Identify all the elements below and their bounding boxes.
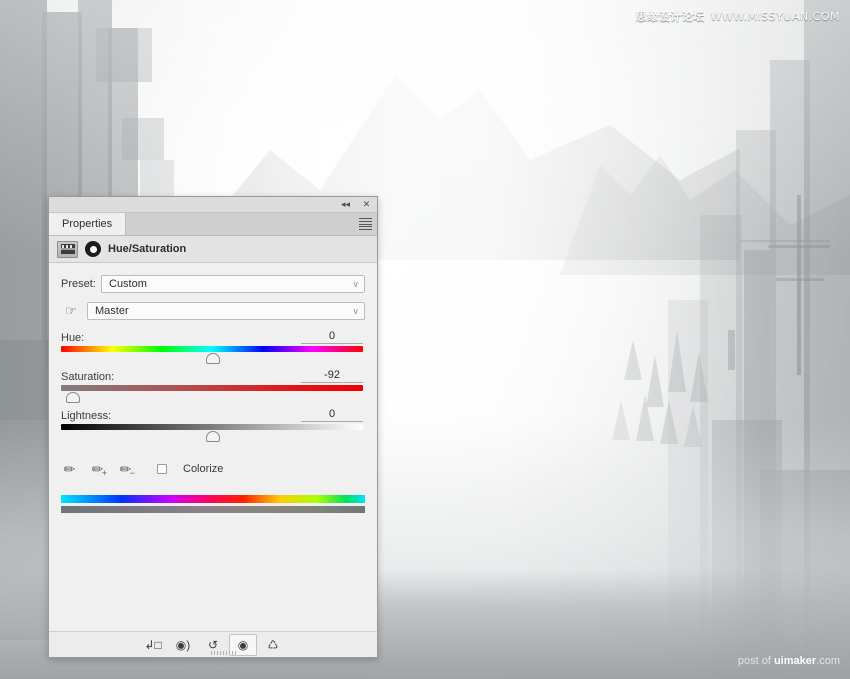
bridge-span — [740, 240, 830, 242]
watermark-bottom: post of uimaker.com — [738, 655, 840, 667]
preset-value: Custom — [109, 278, 147, 290]
slider-saturation-value[interactable]: -92 — [301, 369, 363, 383]
antenna-tower — [797, 195, 801, 375]
preset-row: Preset: Custom ∨ — [61, 275, 365, 293]
watermark-bottom-suffix: .com — [816, 655, 840, 667]
panel-titlebar[interactable]: ◂◂ ✕ — [49, 197, 377, 213]
preset-label: Preset: — [61, 278, 96, 290]
channel-row: ☞ Master ∨ — [61, 302, 365, 320]
eyedropper-add-icon[interactable]: ✏ + — [89, 461, 107, 478]
adjustment-header: Hue/Saturation — [49, 236, 377, 263]
eyedropper-sub-icon[interactable]: ✏ − — [117, 461, 135, 478]
pine-tree — [690, 352, 708, 402]
clip-to-layer-button[interactable]: ↲□ — [139, 634, 167, 656]
building — [122, 118, 164, 160]
slider-lightness: Lightness: 0 — [61, 407, 365, 442]
tab-properties-label: Properties — [62, 218, 113, 230]
panel-body: Preset: Custom ∨ ☞ Master ∨ Hue: 0 Satur… — [49, 263, 377, 513]
delete-button[interactable]: ♺ — [259, 634, 287, 656]
colorize-checkbox[interactable] — [157, 464, 167, 474]
panel-tab-row[interactable]: Properties — [49, 213, 377, 236]
hue-spectrum-bar-input[interactable] — [61, 495, 365, 503]
slider-lightness-label: Lightness: — [61, 410, 112, 422]
on-image-adjustment-hand-icon[interactable]: ☞ — [61, 302, 81, 320]
watermark-bottom-prefix: post of — [737, 655, 774, 667]
slider-saturation-knob[interactable] — [66, 392, 81, 403]
pine-tree — [668, 330, 686, 392]
pine-tree — [624, 340, 642, 380]
chevron-down-icon: ∨ — [352, 305, 359, 316]
slider-saturation-track[interactable] — [61, 385, 365, 403]
properties-panel[interactable]: ◂◂ ✕ Properties Hue/Saturation Preset: C… — [48, 196, 378, 658]
layer-mask-icon[interactable] — [85, 241, 101, 257]
channel-value: Master — [95, 305, 129, 317]
view-previous-state-button[interactable]: ◉) — [169, 634, 197, 656]
colorize-label: Colorize — [183, 463, 224, 475]
slider-saturation-bar — [61, 385, 363, 391]
hue-saturation-adjustment-icon[interactable] — [57, 240, 78, 258]
pine-tree — [636, 395, 654, 441]
hue-spectrum-bar-output[interactable] — [61, 506, 365, 513]
building-spire — [728, 330, 735, 370]
slider-hue-value[interactable]: 0 — [301, 330, 363, 344]
preset-dropdown[interactable]: Custom ∨ — [101, 275, 365, 293]
antenna-crossbeam — [776, 278, 824, 281]
slider-lightness-knob[interactable] — [206, 431, 220, 442]
antenna-crossbeam — [768, 245, 830, 248]
channel-dropdown[interactable]: Master ∨ — [87, 302, 365, 320]
eyedropper-add-modifier: + — [101, 467, 107, 478]
pine-tree — [612, 400, 630, 440]
eyedropper-row: ✏ ✏ + ✏ − Colorize — [61, 459, 365, 479]
eyedropper-icon[interactable]: ✏ — [61, 461, 78, 478]
slider-lightness-value[interactable]: 0 — [301, 408, 363, 422]
resize-grip[interactable] — [211, 651, 237, 655]
close-icon[interactable]: ✕ — [360, 198, 373, 211]
panel-footer: ↲□ ◉) ↺ ◉ ♺ — [49, 631, 377, 657]
slider-hue-label: Hue: — [61, 332, 85, 344]
slider-saturation: Saturation: -92 — [61, 368, 365, 403]
slider-hue-knob[interactable] — [206, 353, 220, 364]
slider-lightness-track[interactable] — [61, 424, 365, 442]
collapse-icon[interactable]: ◂◂ — [339, 198, 352, 211]
spectrum-bars — [61, 495, 365, 513]
pine-tree — [660, 400, 678, 444]
adjustment-title: Hue/Saturation — [108, 243, 187, 255]
slider-hue-bar — [61, 346, 363, 352]
watermark-top: 思缘设计论坛 WWW.MISSYUAN.COM — [636, 8, 840, 24]
eyedropper-sub-modifier: − — [129, 467, 135, 478]
slider-hue: Hue: 0 — [61, 329, 365, 364]
building — [96, 28, 152, 82]
watermark-bottom-brand: uimaker — [773, 655, 817, 667]
slider-lightness-bar — [61, 424, 363, 430]
hamburger-menu-icon[interactable] — [359, 218, 372, 230]
watermark-top-cn: 思缘设计论坛 — [635, 10, 705, 23]
chevron-down-icon: ∨ — [352, 278, 359, 289]
tab-properties[interactable]: Properties — [49, 213, 127, 235]
watermark-top-url: WWW.MISSYUAN.COM — [710, 10, 840, 23]
slider-hue-track[interactable] — [61, 346, 365, 364]
slider-saturation-label: Saturation: — [61, 371, 115, 383]
pine-tree — [684, 405, 702, 447]
